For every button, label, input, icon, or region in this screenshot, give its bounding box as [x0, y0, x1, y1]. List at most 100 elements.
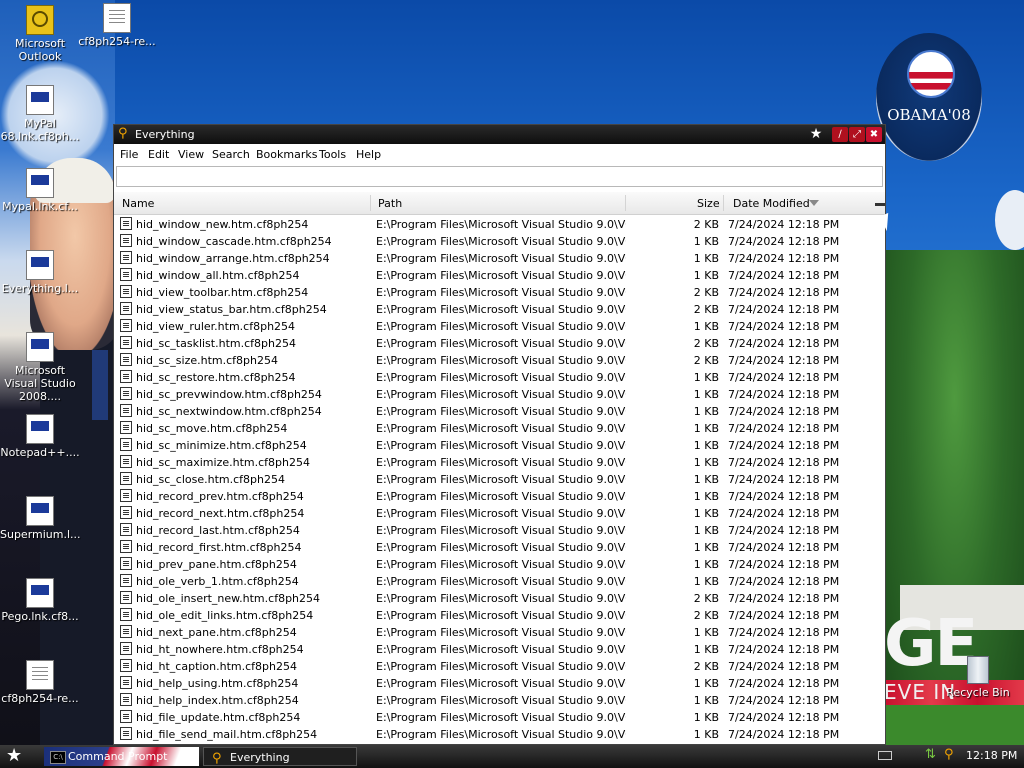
desktop-icon-label: Pego.lnk.cf8...	[1, 610, 79, 623]
desktop-icon-everything[interactable]: Everything.l...	[0, 250, 80, 295]
shortcut-file-icon	[26, 250, 54, 280]
htm-file-icon	[120, 506, 132, 519]
result-row[interactable]: hid_prev_pane.htm.cf8ph254 E:\Program Fil…	[114, 556, 874, 573]
menu-bar: File Edit View Search Bookmarks Tools He…	[114, 144, 885, 164]
result-row[interactable]: hid_record_next.htm.cf8ph254 E:\Program F…	[114, 505, 874, 522]
result-row[interactable]: hid_window_arrange.htm.cf8ph254 E:\Progra…	[114, 250, 874, 267]
column-separator[interactable]	[625, 195, 626, 211]
result-name: hid_sc_prevwindow.htm.cf8ph254	[136, 388, 322, 401]
result-row[interactable]: hid_record_prev.htm.cf8ph254 E:\Program F…	[114, 488, 874, 505]
magnifier-icon[interactable]: ⚲	[944, 747, 954, 762]
result-row[interactable]: hid_window_cascade.htm.cf8ph254 E:\Progra…	[114, 233, 874, 250]
result-date-modified: 7/24/2024 12:18 PM	[728, 592, 840, 605]
result-row[interactable]: hid_sc_close.htm.cf8ph254 E:\Program File…	[114, 471, 874, 488]
menu-view[interactable]: View	[178, 148, 204, 161]
result-row[interactable]: hid_ole_insert_new.htm.cf8ph254 E:\Progra…	[114, 590, 874, 607]
star-icon[interactable]: ★	[808, 127, 824, 142]
column-separator[interactable]	[723, 195, 724, 211]
taskbar-item-everything[interactable]: ⚲ Everything	[203, 747, 357, 766]
result-row[interactable]: hid_ht_nowhere.htm.cf8ph254 E:\Program Fi…	[114, 641, 874, 658]
minimize-button[interactable]: ∕	[832, 127, 848, 142]
htm-file-icon	[120, 302, 132, 315]
htm-file-icon	[120, 676, 132, 689]
result-row[interactable]: hid_sc_move.htm.cf8ph254 E:\Program Files…	[114, 420, 874, 437]
result-row[interactable]: hid_help_using.htm.cf8ph254 E:\Program Fi…	[114, 675, 874, 692]
result-date-modified: 7/24/2024 12:18 PM	[728, 439, 840, 452]
result-row[interactable]: hid_ole_verb_1.htm.cf8ph254 E:\Program Fi…	[114, 573, 874, 590]
menu-help[interactable]: Help	[356, 148, 381, 161]
result-name: hid_sc_maximize.htm.cf8ph254	[136, 456, 310, 469]
result-date-modified: 7/24/2024 12:18 PM	[728, 609, 840, 622]
menu-tools[interactable]: Tools	[319, 148, 346, 161]
result-name: hid_window_all.htm.cf8ph254	[136, 269, 300, 282]
keyboard-icon[interactable]	[878, 751, 892, 760]
desktop-icon-label: Everything.l...	[1, 282, 79, 295]
result-row[interactable]: hid_file_update.htm.cf8ph254 E:\Program F…	[114, 709, 874, 726]
column-header-path[interactable]: Path	[378, 197, 402, 210]
desktop-icon-visual-studio[interactable]: Microsoft Visual Studio 2008....	[0, 332, 80, 403]
desktop-icon-cf8ph254-readme-2[interactable]: cf8ph254-re...	[0, 660, 80, 705]
result-name: hid_record_first.htm.cf8ph254	[136, 541, 302, 554]
column-header-name[interactable]: Name	[122, 197, 154, 210]
desktop-icon-notepadpp[interactable]: Notepad++....	[0, 414, 80, 459]
result-row[interactable]: hid_window_new.htm.cf8ph254 E:\Program Fi…	[114, 216, 874, 233]
result-row[interactable]: hid_file_send_mail.htm.cf8ph254 E:\Progra…	[114, 726, 874, 743]
column-separator[interactable]	[370, 195, 371, 211]
column-header-size[interactable]: Size	[697, 197, 720, 210]
result-row[interactable]: hid_record_first.htm.cf8ph254 E:\Program …	[114, 539, 874, 556]
search-input[interactable]	[116, 166, 883, 187]
result-row[interactable]: hid_sc_restore.htm.cf8ph254 E:\Program Fi…	[114, 369, 874, 386]
htm-file-icon	[120, 353, 132, 366]
magnifier-icon: ⚲	[212, 751, 222, 766]
clock[interactable]: 12:18 PM	[966, 749, 1017, 762]
result-date-modified: 7/24/2024 12:18 PM	[728, 575, 840, 588]
result-row[interactable]: hid_sc_prevwindow.htm.cf8ph254 E:\Program…	[114, 386, 874, 403]
desktop-icon-label: Mypal.lnk.cf...	[2, 200, 78, 213]
scrollbar-thumb[interactable]	[875, 203, 885, 206]
result-row[interactable]: hid_sc_tasklist.htm.cf8ph254 E:\Program F…	[114, 335, 874, 352]
menu-search[interactable]: Search	[212, 148, 250, 161]
result-row[interactable]: hid_view_ruler.htm.cf8ph254 E:\Program Fi…	[114, 318, 874, 335]
desktop-icon-cf8ph254-readme[interactable]: cf8ph254-re...	[77, 3, 157, 48]
result-date-modified: 7/24/2024 12:18 PM	[728, 456, 840, 469]
result-row[interactable]: hid_sc_minimize.htm.cf8ph254 E:\Program F…	[114, 437, 874, 454]
desktop-icon-pego[interactable]: Pego.lnk.cf8...	[0, 578, 80, 623]
result-date-modified: 7/24/2024 12:18 PM	[728, 252, 840, 265]
result-size: 2 KB	[693, 592, 719, 605]
desktop-icon-outlook[interactable]: Microsoft Outlook	[0, 5, 80, 63]
htm-file-icon	[120, 727, 132, 740]
desktop-icon-supermium[interactable]: Supermium.l...	[0, 496, 81, 541]
result-size: 1 KB	[693, 677, 719, 690]
result-size: 1 KB	[693, 524, 719, 537]
result-row[interactable]: hid_ht_caption.htm.cf8ph254 E:\Program Fi…	[114, 658, 874, 675]
menu-edit[interactable]: Edit	[148, 148, 169, 161]
result-row[interactable]: hid_window_all.htm.cf8ph254 E:\Program Fi…	[114, 267, 874, 284]
menu-file[interactable]: File	[120, 148, 138, 161]
column-header-date-modified[interactable]: Date Modified	[733, 197, 810, 210]
result-row[interactable]: hid_view_toolbar.htm.cf8ph254 E:\Program …	[114, 284, 874, 301]
result-row[interactable]: hid_sc_size.htm.cf8ph254 E:\Program Files…	[114, 352, 874, 369]
result-row[interactable]: hid_view_status_bar.htm.cf8ph254 E:\Progr…	[114, 301, 874, 318]
network-icon[interactable]: ⇅	[925, 747, 936, 762]
maximize-button[interactable]: ⤢	[849, 127, 865, 142]
result-row[interactable]: hid_ole_edit_links.htm.cf8ph254 E:\Progra…	[114, 607, 874, 624]
result-name: hid_file_update.htm.cf8ph254	[136, 711, 301, 724]
result-row[interactable]: hid_next_pane.htm.cf8ph254 E:\Program Fil…	[114, 624, 874, 641]
desktop-icon-mypal68[interactable]: MyPal 68.lnk.cf8ph...	[0, 85, 80, 143]
taskbar-item-command-prompt[interactable]: C:\ Command Prompt	[44, 747, 199, 766]
close-button[interactable]: ✖	[866, 127, 882, 142]
result-row[interactable]: hid_sc_maximize.htm.cf8ph254 E:\Program F…	[114, 454, 874, 471]
desktop-icon-recycle-bin[interactable]: Recycle Bin	[943, 656, 1013, 699]
menu-bookmarks[interactable]: Bookmarks	[256, 148, 317, 161]
htm-file-icon	[120, 438, 132, 451]
result-row[interactable]: hid_record_last.htm.cf8ph254 E:\Program F…	[114, 522, 874, 539]
result-row[interactable]: hid_sc_nextwindow.htm.cf8ph254 E:\Program…	[114, 403, 874, 420]
window-titlebar[interactable]: ⚲ Everything ★ ∕ ⤢ ✖	[114, 125, 885, 144]
htm-file-icon	[120, 336, 132, 349]
result-row[interactable]: hid_help_index.htm.cf8ph254 E:\Program Fi…	[114, 692, 874, 709]
taskbar-item-label: Command Prompt	[68, 750, 168, 763]
start-button[interactable]: ★	[6, 746, 22, 766]
result-name: hid_window_cascade.htm.cf8ph254	[136, 235, 332, 248]
result-date-modified: 7/24/2024 12:18 PM	[728, 337, 840, 350]
desktop-icon-mypal[interactable]: Mypal.lnk.cf...	[0, 168, 80, 213]
